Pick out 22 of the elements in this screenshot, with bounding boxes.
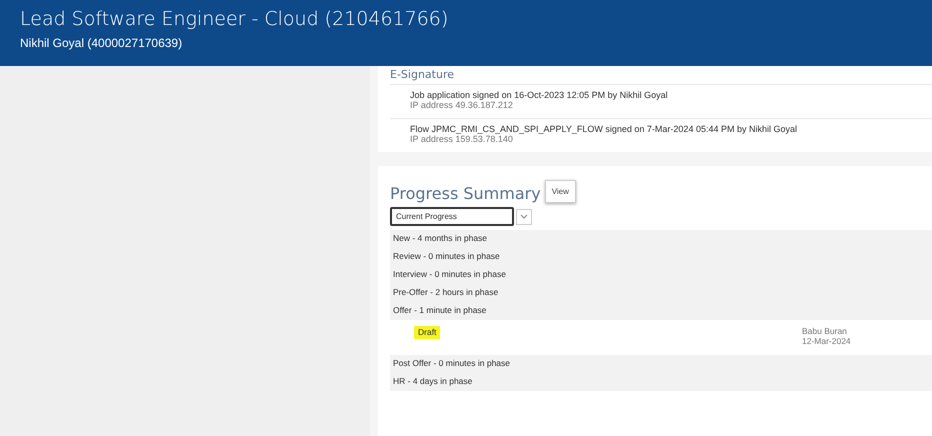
ip-address: IP address 49.36.187.212	[410, 100, 514, 110]
chevron-down-icon	[520, 214, 528, 219]
signature-text: Job application signed on 16-Oct-2023 12:05 PM by Nikhil Goyal	[410, 90, 669, 100]
tooltip: View	[544, 180, 576, 203]
phase-row: HR - 4 days in phase	[390, 373, 932, 391]
phase-row: Post Offer - 0 minutes in phase	[390, 355, 932, 373]
section-title: Progress Summary	[390, 184, 541, 203]
phase-row: Pre-Offer - 2 hours in phase	[390, 284, 932, 302]
approval-date: 12-Mar-2024	[802, 336, 852, 346]
status-label: Draft	[414, 326, 440, 339]
approver-name: Babu Buran	[802, 326, 848, 336]
phase-row: Review - 0 minutes in phase	[390, 248, 932, 266]
phase-row: Interview - 0 minutes in phase	[390, 266, 932, 284]
page-title: Lead Software Engineer - Cloud (210461766)	[20, 8, 450, 30]
phase-row: Offer - 1 minute in phase	[390, 302, 932, 320]
section-title: E-Signature	[390, 67, 455, 83]
ip-address: IP address 159.53.78.140	[410, 134, 514, 144]
progress-select[interactable]: Current Progress	[390, 207, 514, 226]
signature-text: Flow JPMC_RMI_CS_AND_SPI_APPLY_FLOW signed on 7-Mar-2024 05:44 PM by Nikhil Goyal	[410, 124, 798, 134]
phase-row: New - 4 months in phase	[390, 230, 932, 248]
dropdown-button[interactable]	[516, 208, 532, 224]
candidate-name: Nikhil Goyal (4000027170639)	[20, 36, 184, 50]
